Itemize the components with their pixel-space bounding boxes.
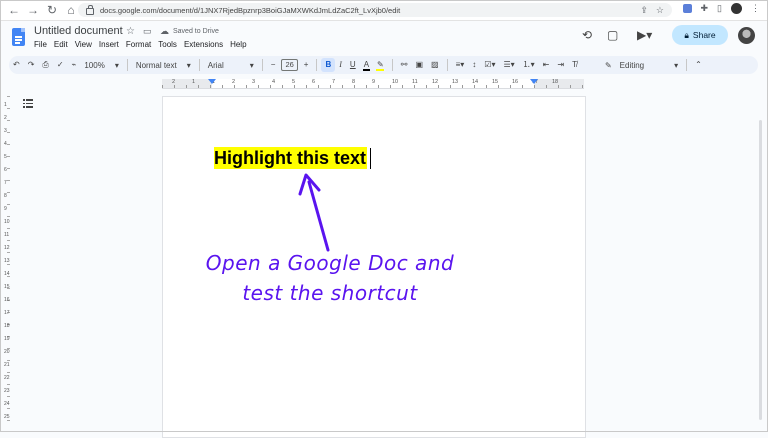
annotation-line-2: test the shortcut (242, 281, 418, 305)
annotation-line-1: Open a Google Doc and (205, 251, 455, 275)
annotation-arrow (298, 173, 330, 252)
scrollbar[interactable] (759, 120, 762, 420)
annotation-note: Open a Google Doc and test the shortcut (180, 248, 480, 308)
